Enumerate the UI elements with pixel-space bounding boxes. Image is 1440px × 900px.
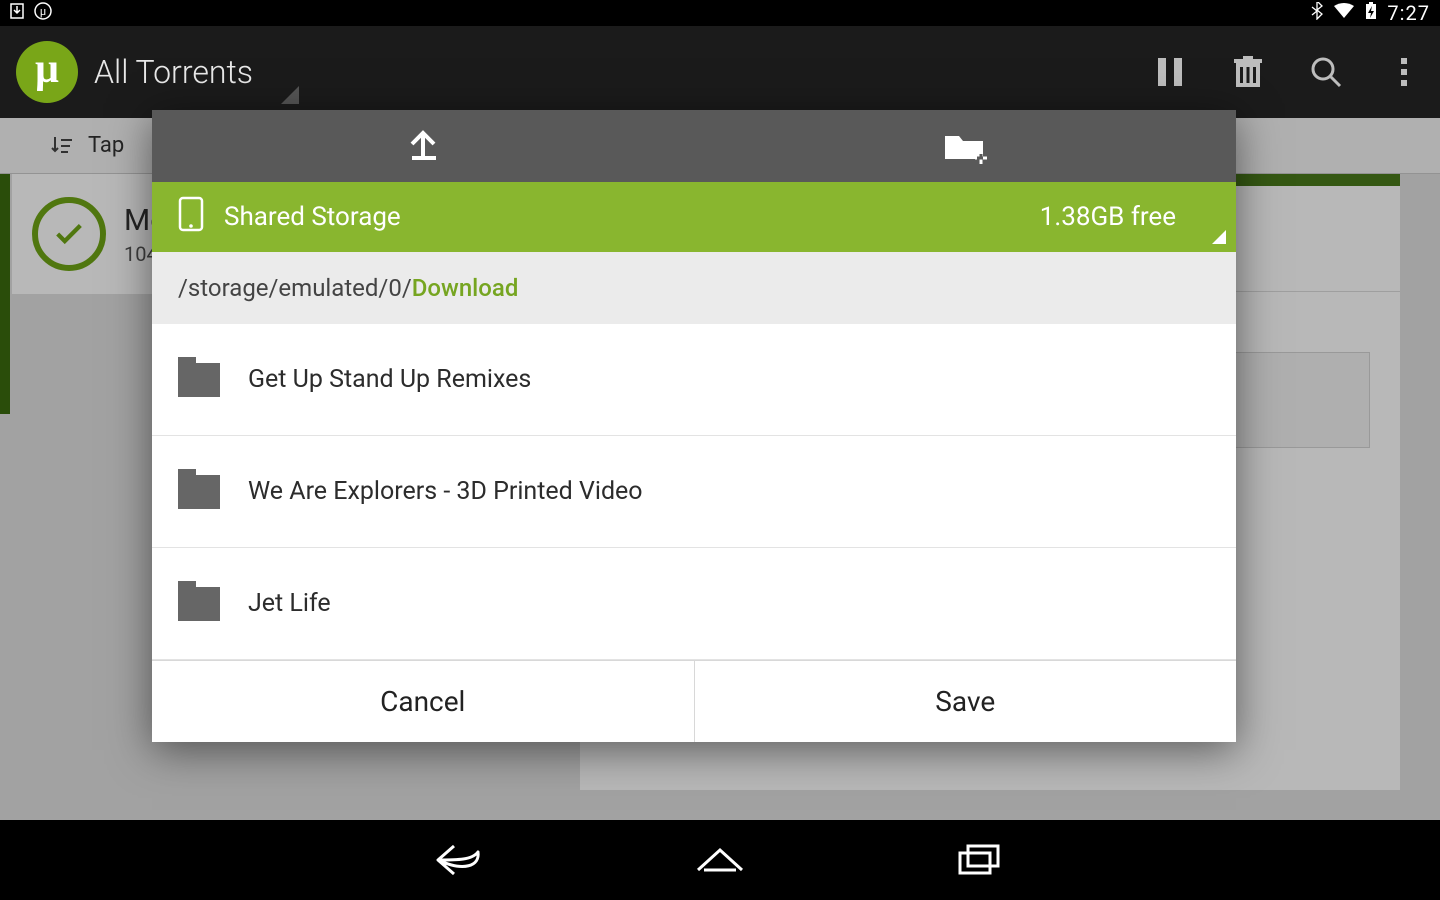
pause-button[interactable] [1150,52,1190,92]
home-button[interactable] [690,840,750,880]
app-action-bar: µ All Torrents [0,26,1440,118]
folder-row[interactable]: We Are Explorers - 3D Printed Video [152,436,1236,548]
recents-button[interactable] [950,840,1010,880]
wifi-icon [1333,3,1355,23]
filter-hint: Tap [88,133,124,158]
battery-charging-icon [1365,2,1377,24]
overflow-menu-button[interactable] [1384,52,1424,92]
folder-icon [178,587,220,621]
new-folder-button[interactable] [694,110,1236,182]
new-folder-icon [943,128,987,164]
folder-row[interactable]: Jet Life [152,548,1236,660]
back-button[interactable] [430,840,490,880]
storage-selector[interactable]: Shared Storage 1.38GB free [152,182,1236,252]
selection-indicator [0,174,10,414]
download-notif-icon [10,3,24,23]
up-arrow-icon [404,128,442,164]
save-button[interactable]: Save [694,661,1237,742]
completed-check-icon [32,197,106,271]
folder-name: Get Up Stand Up Remixes [248,365,531,394]
folder-row[interactable]: Get Up Stand Up Remixes [152,324,1236,436]
cancel-button[interactable]: Cancel [152,661,694,742]
up-directory-button[interactable] [152,110,694,182]
screen-title[interactable]: All Torrents [94,53,253,91]
android-nav-bar [0,820,1440,900]
dropdown-indicator-icon [1212,230,1226,244]
path-prefix: /storage/emulated/0/ [178,274,412,302]
dialog-toolbar [152,110,1236,182]
folder-picker-dialog: Shared Storage 1.38GB free /storage/emul… [152,110,1236,742]
dialog-button-bar: Cancel Save [152,660,1236,742]
delete-button[interactable] [1228,52,1268,92]
sort-icon [50,134,74,158]
storage-label: Shared Storage [224,202,401,232]
spinner-indicator-icon[interactable] [281,86,299,104]
folder-icon [178,475,220,509]
status-clock: 7:27 [1387,1,1430,25]
utorrent-notif-icon: µ [34,2,52,24]
android-status-bar: µ 7:27 [0,0,1440,26]
current-path: /storage/emulated/0/Download [152,252,1236,324]
folder-name: Jet Life [248,589,331,618]
device-icon [178,196,204,239]
svg-text:µ: µ [40,5,46,18]
path-leaf: Download [412,274,519,302]
folder-icon [178,363,220,397]
free-space: 1.38GB free [1040,202,1176,232]
utorrent-logo-icon[interactable]: µ [16,41,78,103]
search-button[interactable] [1306,52,1346,92]
bluetooth-icon [1311,2,1323,24]
folder-name: We Are Explorers - 3D Printed Video [248,477,643,506]
